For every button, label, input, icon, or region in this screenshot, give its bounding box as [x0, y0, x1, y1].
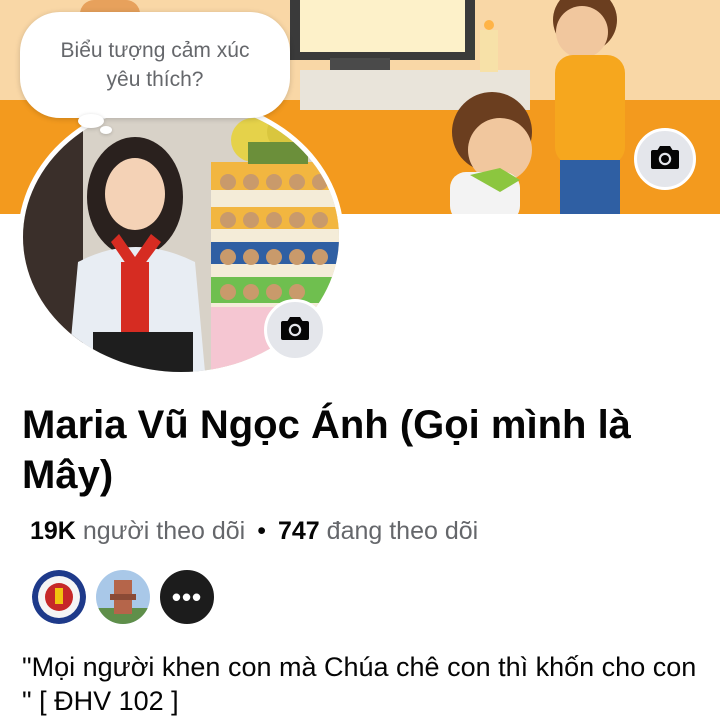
note-bubble-text: Biểu tượng cảm xúc yêu thích? — [60, 39, 250, 91]
follow-stats: 19K người theo dõi • 747 đang theo dõi — [30, 515, 478, 547]
following-label: đang theo dõi — [326, 517, 479, 545]
camera-icon — [650, 144, 680, 175]
more-mutuals-button[interactable]: ••• — [158, 568, 216, 626]
followers-label: người theo dõi — [82, 517, 246, 545]
note-bubble-tail — [78, 114, 104, 128]
mutual-avatar[interactable] — [30, 568, 88, 626]
note-bubble-tail-small — [100, 126, 112, 134]
followers-link[interactable]: 19K người theo dõi — [30, 517, 245, 545]
following-link[interactable]: 747 đang theo dõi — [278, 517, 478, 545]
edit-profile-picture-button[interactable] — [264, 299, 326, 361]
mutual-followers[interactable]: ••• — [30, 568, 216, 626]
stats-separator: • — [257, 517, 266, 545]
profile-name: Maria Vũ Ngọc Ánh (Gọi mình là Mây) — [22, 403, 631, 497]
mutual-avatar[interactable] — [94, 568, 152, 626]
following-count: 747 — [278, 517, 320, 545]
followers-count: 19K — [30, 517, 76, 545]
more-icon: ••• — [171, 581, 203, 612]
profile-bio: "Mọi người khen con mà Chúa chê con thì … — [22, 652, 697, 716]
note-bubble[interactable]: Biểu tượng cảm xúc yêu thích? — [20, 12, 290, 118]
edit-cover-photo-button[interactable] — [634, 128, 696, 190]
camera-icon — [280, 315, 310, 346]
